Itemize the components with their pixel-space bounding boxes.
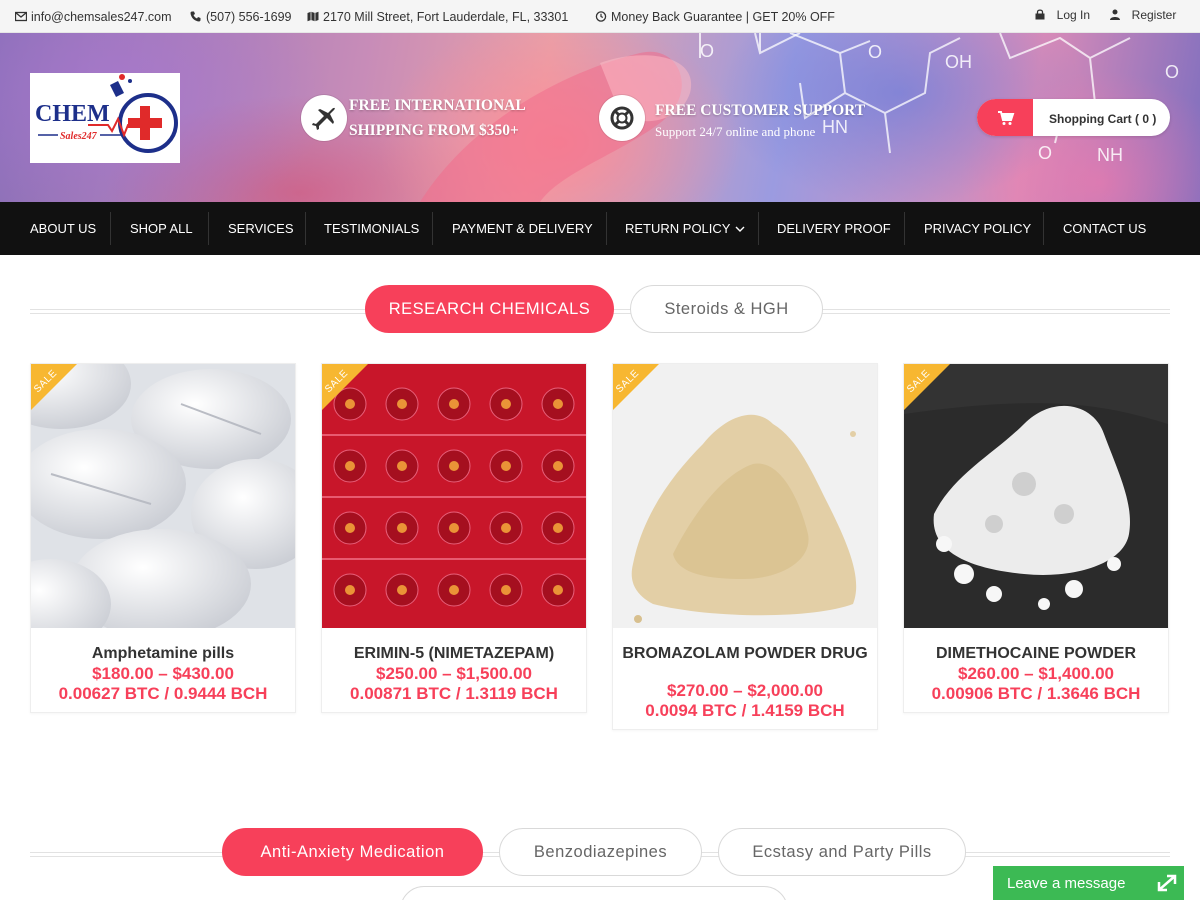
cart-icon-button[interactable] bbox=[977, 99, 1033, 136]
email-text: info@chemsales247.com bbox=[31, 10, 172, 24]
shipping-text: FREE INTERNATIONAL SHIPPING FROM $350+ bbox=[349, 93, 526, 143]
product-image[interactable]: SALE bbox=[904, 364, 1168, 628]
login-label: Log In bbox=[1056, 8, 1091, 22]
product-image[interactable]: SALE bbox=[31, 364, 295, 628]
product-image[interactable]: SALE bbox=[322, 364, 586, 628]
sale-badge: SALE bbox=[322, 364, 368, 410]
guarantee-info: Money Back Guarantee | GET 20% OFF bbox=[595, 10, 835, 24]
leave-message-widget[interactable]: Leave a message bbox=[993, 866, 1184, 900]
envelope-icon bbox=[15, 11, 27, 22]
top-bar: info@chemsales247.com (507) 556-1699 217… bbox=[0, 0, 1200, 33]
site-header: O OH O HN O NH O CHEM Sales247 FREE INTE… bbox=[0, 33, 1200, 202]
nav-divider bbox=[606, 212, 607, 245]
logo-word-sales: Sales247 bbox=[60, 131, 98, 142]
nav-contact-us[interactable]: CONTACT US bbox=[1063, 202, 1146, 255]
cart-icon bbox=[998, 111, 1015, 125]
nav-privacy-policy[interactable]: PRIVACY POLICY bbox=[924, 202, 1031, 255]
shipping-badge bbox=[301, 95, 347, 141]
product-card[interactable]: SALE DIMETHOCAINE POWDER $260.00 – $1,40… bbox=[903, 363, 1169, 713]
molecule-label: O bbox=[700, 41, 714, 61]
nav-services[interactable]: SERVICES bbox=[228, 202, 294, 255]
cart-label: Shopping Cart ( 0 ) bbox=[1049, 112, 1157, 126]
lifebuoy-icon bbox=[610, 106, 634, 130]
product-price: $250.00 – $1,500.00 bbox=[376, 664, 532, 683]
shipping-line2: SHIPPING FROM $350+ bbox=[349, 122, 519, 139]
chevron-down-icon bbox=[735, 226, 745, 232]
sale-badge: SALE bbox=[31, 364, 77, 410]
nav-testimonials[interactable]: TESTIMONIALS bbox=[324, 202, 419, 255]
product-card[interactable]: SALE ERIMIN-5 (NIMETAZEPAM) $250.00 – $1… bbox=[321, 363, 587, 713]
register-link[interactable]: Register bbox=[1109, 8, 1176, 22]
tab-anti-anxiety[interactable]: Anti-Anxiety Medication bbox=[222, 828, 483, 876]
shipping-line1: FREE INTERNATIONAL bbox=[349, 97, 526, 114]
nav-return-policy-label: RETURN POLICY bbox=[625, 221, 731, 236]
phone-contact[interactable]: (507) 556-1699 bbox=[190, 10, 291, 24]
product-name[interactable]: BROMAZOLAM POWDER DRUG bbox=[613, 628, 877, 687]
logo-graphic: CHEM Sales247 bbox=[35, 74, 178, 153]
sale-badge: SALE bbox=[613, 364, 659, 410]
nav-about-us[interactable]: ABOUT US bbox=[30, 202, 96, 255]
sale-badge: SALE bbox=[904, 364, 950, 410]
product-card[interactable]: SALE BROMAZOLAM POWDER DRUG $270.00 – $2… bbox=[612, 363, 878, 730]
molecule-label: O bbox=[1165, 62, 1179, 82]
support-subtitle: Support 24/7 online and phone bbox=[655, 124, 816, 139]
tab-ecstasy-party-pills[interactable]: Ecstasy and Party Pills bbox=[718, 828, 966, 876]
phone-text: (507) 556-1699 bbox=[206, 10, 292, 24]
nav-divider bbox=[758, 212, 759, 245]
product-card[interactable]: SALE Amphetamine pills $180.00 – $430.00… bbox=[30, 363, 296, 713]
product-price: $260.00 – $1,400.00 bbox=[958, 664, 1114, 683]
nav-delivery-proof[interactable]: DELIVERY PROOF bbox=[777, 202, 891, 255]
address-text: 2170 Mill Street, Fort Lauderdale, FL, 3… bbox=[323, 10, 569, 24]
tab-benzodiazepines[interactable]: Benzodiazepines bbox=[499, 828, 702, 876]
support-badge bbox=[599, 95, 645, 141]
maximize-icon[interactable] bbox=[1156, 873, 1178, 893]
clock-icon bbox=[595, 11, 607, 22]
main-navigation: ABOUT US SHOP ALL SERVICES TESTIMONIALS … bbox=[0, 202, 1200, 255]
nav-divider bbox=[305, 212, 306, 245]
nav-divider bbox=[432, 212, 433, 245]
leave-message-label: Leave a message bbox=[1007, 875, 1126, 892]
lock-icon bbox=[1035, 9, 1045, 20]
tab-steroids-hgh[interactable]: Steroids & HGH bbox=[630, 285, 823, 333]
site-logo[interactable]: CHEM Sales247 bbox=[30, 73, 180, 163]
logo-word-chem: CHEM bbox=[35, 101, 110, 127]
register-label: Register bbox=[1131, 8, 1177, 22]
nav-payment-delivery[interactable]: PAYMENT & DELIVERY bbox=[452, 202, 593, 255]
product-price: $180.00 – $430.00 bbox=[92, 664, 234, 683]
nav-divider bbox=[904, 212, 905, 245]
product-crypto-price: 0.00906 BTC / 1.3646 BCH bbox=[931, 684, 1141, 703]
nav-divider bbox=[110, 212, 111, 245]
nav-shop-all[interactable]: SHOP ALL bbox=[130, 202, 193, 255]
product-crypto-price: 0.0094 BTC / 1.4159 BCH bbox=[645, 701, 845, 720]
plane-icon bbox=[312, 107, 335, 130]
molecule-label: O bbox=[1038, 143, 1052, 163]
product-image[interactable]: SALE bbox=[613, 364, 877, 628]
guarantee-text: Money Back Guarantee | GET 20% OFF bbox=[611, 10, 835, 24]
login-link[interactable]: Log In bbox=[1034, 8, 1090, 22]
molecule-label: NH bbox=[1097, 145, 1123, 165]
nav-return-policy[interactable]: RETURN POLICY bbox=[625, 202, 746, 255]
product-crypto-price: 0.00871 BTC / 1.3119 BCH bbox=[350, 684, 558, 703]
nav-divider bbox=[1043, 212, 1044, 245]
product-crypto-price: 0.00627 BTC / 0.9444 BCH bbox=[58, 684, 268, 703]
molecule-label: OH bbox=[945, 52, 972, 72]
tab-research-chemicals[interactable]: RESEARCH CHEMICALS bbox=[365, 285, 614, 333]
shopping-cart-button[interactable]: Shopping Cart ( 0 ) bbox=[977, 99, 1170, 136]
product-price: $270.00 – $2,000.00 bbox=[667, 681, 823, 700]
phone-icon bbox=[190, 11, 201, 22]
molecule-label: O bbox=[868, 42, 882, 62]
user-icon bbox=[1110, 9, 1120, 20]
map-icon bbox=[307, 11, 319, 22]
address-contact: 2170 Mill Street, Fort Lauderdale, FL, 3… bbox=[307, 10, 568, 24]
tab-more[interactable] bbox=[400, 886, 788, 900]
email-contact[interactable]: info@chemsales247.com bbox=[15, 10, 172, 24]
support-title: FREE CUSTOMER SUPPORT bbox=[655, 102, 866, 119]
nav-divider bbox=[208, 212, 209, 245]
